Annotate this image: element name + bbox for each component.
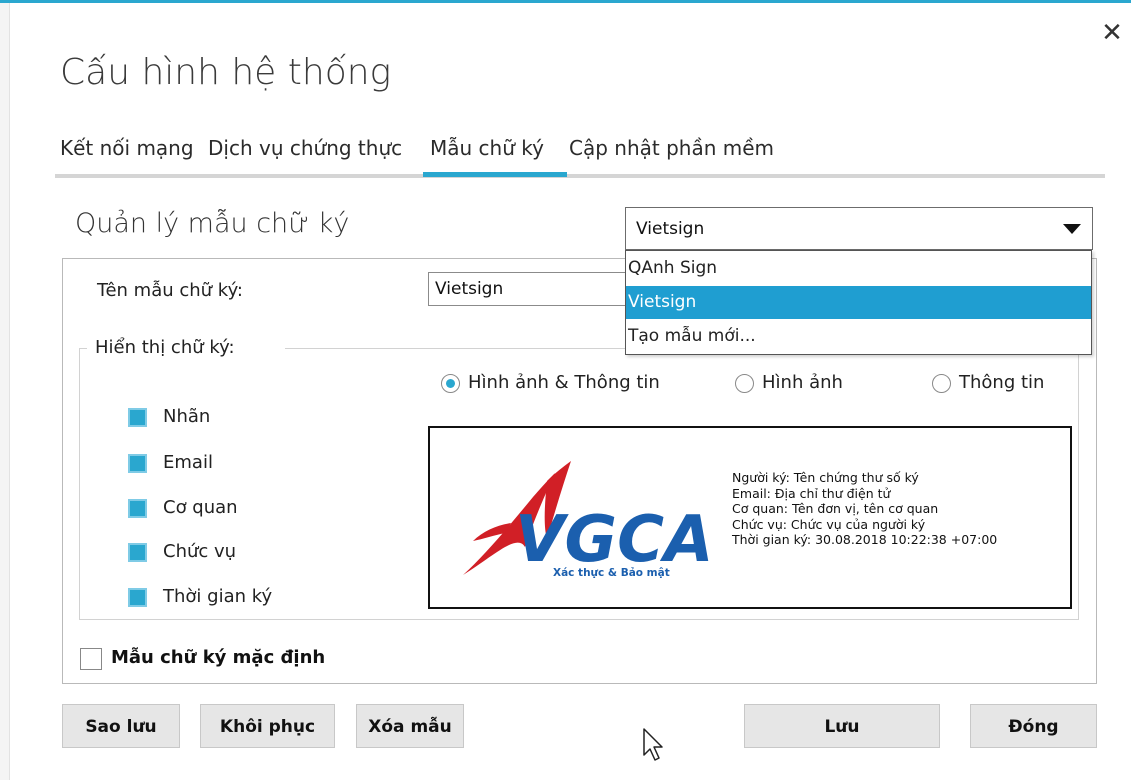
tab-network[interactable]: Kết nối mạng [60, 134, 194, 162]
window-left-edge [0, 0, 10, 780]
checkbox-checked-icon [128, 543, 147, 562]
radio-circle [735, 374, 754, 393]
radio-label: Thông tin [959, 372, 1045, 393]
vgca-logo-icon: VGCA Xác thực & Bảo mật [463, 461, 717, 579]
svg-text:Xác thực & Bảo mật: Xác thực & Bảo mật [553, 567, 670, 579]
radio-label: Hình ảnh & Thông tin [468, 372, 660, 393]
signer-line: Người ký: Tên chứng thư số ký [732, 470, 919, 485]
radio-label: Hình ảnh [762, 372, 843, 393]
checkbox-label: Nhãn [163, 406, 211, 427]
radio-circle [932, 374, 951, 393]
dialog-title: Cấu hình hệ thống [60, 52, 392, 93]
close-icon[interactable]: ✕ [1100, 20, 1124, 46]
position-line: Chức vụ: Chức vụ của người ký [732, 516, 926, 532]
chevron-down-icon [1063, 224, 1081, 234]
email-line: Email: Địa chỉ thư điện tử [732, 485, 891, 501]
checkbox-checked-icon [128, 499, 147, 518]
window-accent-line [0, 0, 1131, 3]
sign-time-line: Thời gian ký: 30.08.2018 10:22:38 +07:00 [732, 532, 998, 547]
tab-certification-service[interactable]: Dịch vụ chứng thực [208, 134, 402, 162]
template-name-input[interactable] [428, 272, 638, 306]
checkbox-checked-icon [128, 408, 147, 427]
backup-button[interactable]: Sao lưu [62, 704, 180, 748]
default-template-checkbox[interactable] [80, 648, 102, 670]
dropdown-option-new-template[interactable]: Tạo mẫu mới... [626, 320, 1091, 353]
close-button[interactable]: Đóng [970, 704, 1097, 748]
dropdown-option-qanh-sign[interactable]: QAnh Sign [626, 252, 1091, 285]
dropdown-option-vietsign[interactable]: Vietsign [626, 286, 1091, 319]
template-select-value: Vietsign [636, 219, 705, 239]
checkbox-label: Thời gian ký [163, 586, 273, 607]
tab-underline [55, 174, 1105, 178]
display-group-label: Hiển thị chữ ký: [92, 337, 238, 358]
template-select[interactable]: Vietsign [625, 207, 1093, 250]
tab-software-update[interactable]: Cập nhật phần mềm [569, 134, 774, 162]
checkbox-label: Cơ quan [163, 497, 238, 518]
delete-template-button[interactable]: Xóa mẫu [356, 704, 464, 748]
default-template-label: Mẫu chữ ký mặc định [111, 647, 326, 668]
tab-active-indicator [423, 172, 567, 177]
signature-info-text: Người ký: Tên chứng thư số ký Email: Địa… [732, 470, 997, 548]
tab-signature-template[interactable]: Mẫu chữ ký [430, 134, 544, 162]
save-button[interactable]: Lưu [744, 704, 940, 748]
radio-selected-dot [446, 379, 455, 388]
mouse-cursor-icon [643, 728, 663, 761]
organization-line: Cơ quan: Tên đơn vị, tên cơ quan [732, 501, 939, 516]
signature-preview: VGCA Xác thực & Bảo mật Người ký: Tên ch… [428, 426, 1072, 609]
restore-button[interactable]: Khôi phục [200, 704, 335, 748]
template-name-label: Tên mẫu chữ ký: [97, 280, 243, 301]
checkbox-label: Chức vụ [163, 541, 237, 562]
checkbox-label: Email [163, 452, 213, 473]
section-title: Quản lý mẫu chữ ký [75, 208, 350, 239]
checkbox-checked-icon [128, 454, 147, 473]
template-dropdown-list: QAnh Sign Vietsign Tạo mẫu mới... [625, 250, 1092, 355]
checkbox-checked-icon [128, 588, 147, 607]
